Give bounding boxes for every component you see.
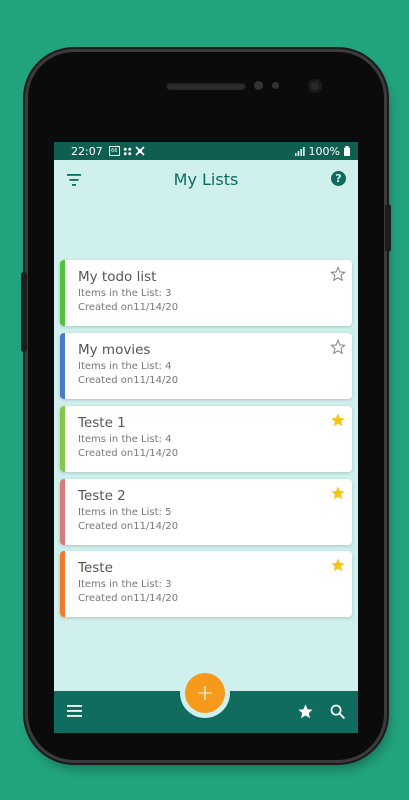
list-card[interactable]: My todo list Items in the List: 3 Create…: [60, 260, 352, 326]
notification-icons: 66: [108, 146, 145, 156]
list-title: Teste: [78, 560, 113, 576]
list-created-date: Created on11/14/20: [78, 593, 179, 604]
list-item-count: Items in the List: 3: [78, 288, 172, 299]
list-created-date: Created on11/14/20: [78, 375, 179, 386]
status-time: 22:07: [71, 144, 103, 158]
network-icon: [135, 146, 145, 156]
phone-frame: 22:07 66 100% My Lists ? My todo list It…: [21, 52, 391, 760]
earpiece-speaker: [166, 82, 246, 90]
power-button: [385, 204, 391, 252]
card-accent-bar: [60, 479, 65, 545]
list-card[interactable]: Teste Items in the List: 3 Created on11/…: [60, 551, 352, 617]
list-card[interactable]: Teste 1 Items in the List: 4 Created on1…: [60, 406, 352, 472]
list-title: Teste 1: [78, 415, 126, 431]
list-title: Teste 2: [78, 488, 126, 504]
menu-icon[interactable]: [67, 705, 82, 717]
status-right: 100%: [294, 144, 350, 158]
list-title: My movies: [78, 342, 151, 358]
list-card[interactable]: Teste 2 Items in the List: 5 Created on1…: [60, 479, 352, 545]
favorite-star-icon[interactable]: [330, 339, 346, 355]
list-item-count: Items in the List: 5: [78, 507, 172, 518]
list-created-date: Created on11/14/20: [78, 521, 179, 532]
signal-icon: [294, 146, 305, 156]
front-camera: [308, 79, 322, 93]
page-title: My Lists: [173, 169, 239, 189]
list-created-date: Created on11/14/20: [78, 448, 179, 459]
list-created-date: Created on11/14/20: [78, 302, 179, 313]
battery-percent: 100%: [308, 144, 340, 158]
light-sensor: [272, 82, 279, 89]
list-title: My todo list: [78, 269, 157, 285]
list-item-count: Items in the List: 4: [78, 434, 172, 445]
proximity-sensor: [254, 81, 263, 90]
add-list-button[interactable]: +: [185, 673, 225, 713]
status-bar: 22:07 66 100%: [54, 142, 358, 160]
notification-app-icon: 66: [108, 146, 120, 156]
list-item-count: Items in the List: 4: [78, 361, 172, 372]
grid-dots-icon: [123, 147, 131, 155]
filter-icon[interactable]: [67, 174, 81, 186]
card-accent-bar: [60, 260, 65, 326]
favorite-star-icon[interactable]: [330, 485, 346, 501]
list-card[interactable]: My movies Items in the List: 4 Created o…: [60, 333, 352, 399]
card-accent-bar: [60, 551, 65, 617]
card-accent-bar: [60, 333, 65, 399]
battery-icon: [344, 146, 350, 156]
plus-icon: +: [195, 680, 215, 706]
search-icon[interactable]: [329, 703, 346, 720]
favorite-star-icon[interactable]: [330, 557, 346, 573]
favorite-star-icon[interactable]: [330, 266, 346, 282]
star-icon[interactable]: [297, 703, 314, 720]
card-accent-bar: [60, 406, 65, 472]
favorite-star-icon[interactable]: [330, 412, 346, 428]
list-item-count: Items in the List: 3: [78, 579, 172, 590]
app-bar: My Lists ?: [54, 160, 358, 198]
help-icon[interactable]: ?: [331, 171, 346, 186]
app-screen: 22:07 66 100% My Lists ? My todo list It…: [54, 142, 358, 733]
volume-button: [21, 272, 27, 352]
